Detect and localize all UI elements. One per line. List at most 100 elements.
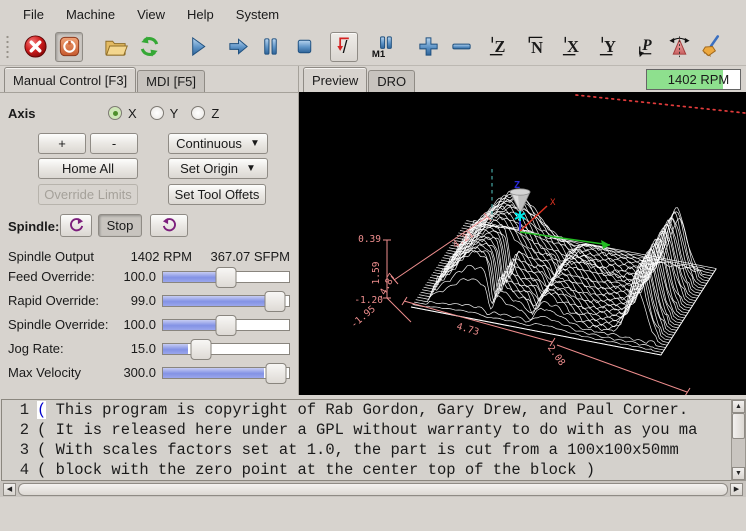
slider-fill <box>163 368 264 378</box>
rotate-cone-icon <box>667 34 692 59</box>
gcode-line-number: 1 <box>2 400 29 420</box>
estop-icon <box>23 34 48 59</box>
gcode-listing[interactable]: 1 ( This program is copyright of Rab Gord… <box>1 399 731 481</box>
axis-x-radio[interactable] <box>108 106 122 120</box>
power-icon <box>57 34 82 59</box>
spindle-reverse-button[interactable] <box>60 214 92 237</box>
preview-canvas[interactable]: 0.391.59-1.20-4.87-1.954.214.732.08XZ <box>299 92 746 395</box>
slider-value: 100.0 <box>100 317 156 332</box>
override-limits-button: Override Limits <box>38 184 138 205</box>
slider-value: 300.0 <box>100 365 156 380</box>
gcode-area: 1 ( This program is copyright of Rab Gord… <box>0 399 746 481</box>
reload-file-button[interactable] <box>135 32 163 62</box>
view-side-button[interactable]: X <box>558 32 586 62</box>
menu-view[interactable]: View <box>126 2 176 27</box>
slider-track[interactable] <box>162 367 290 379</box>
set-origin-dropdown[interactable]: Set Origin▼ <box>168 158 268 179</box>
run-program-button[interactable] <box>183 32 211 62</box>
view-top-button[interactable]: Z <box>485 32 513 62</box>
jog-plus-button[interactable]: + <box>38 133 86 154</box>
view-top-rotated-button[interactable]: N <box>522 32 550 62</box>
left-tabs: Manual Control [F3] MDI [F5] <box>0 66 298 92</box>
axis-z-radio[interactable] <box>191 106 205 120</box>
gcode-horizontal-scrollbar[interactable]: ◀ ▶ <box>0 481 746 497</box>
z-axis-label: Z <box>514 180 520 191</box>
view-front-y-icon: Y <box>597 34 622 59</box>
tab-preview[interactable]: Preview <box>303 67 367 92</box>
scroll-down-button[interactable]: ▼ <box>732 467 745 480</box>
spindle-forward-button[interactable] <box>150 214 188 237</box>
spindle-rpm-meter: 1402 RPM <box>646 69 741 90</box>
slider-track[interactable] <box>162 271 290 283</box>
triangle-left-icon: ◀ <box>7 485 12 493</box>
slider-track[interactable] <box>162 343 290 355</box>
jog-minus-button[interactable]: - <box>90 133 138 154</box>
x-axis-label: X <box>550 198 556 208</box>
clear-broom-icon <box>700 34 725 59</box>
step-arrow-icon <box>226 34 251 59</box>
main-area: Manual Control [F3] MDI [F5] Axis X Y Z … <box>0 66 746 395</box>
slider-handle[interactable] <box>266 363 287 384</box>
slider-label: Max Velocity <box>8 365 81 380</box>
triangle-right-icon: ▶ <box>734 485 739 493</box>
preview-3d-plot: 0.391.59-1.20-4.87-1.954.214.732.08XZ <box>299 92 746 395</box>
axis-radio-group: X Y Z <box>108 106 232 121</box>
gcode-line-text: ( It is released here under a GPL withou… <box>37 420 697 440</box>
slider-label: Spindle Override: <box>8 317 108 332</box>
open-file-button[interactable] <box>101 32 129 62</box>
machine-power-button[interactable] <box>55 32 83 62</box>
slider-track[interactable] <box>162 295 290 307</box>
gcode-line: 2( It is released here under a GPL witho… <box>2 420 731 440</box>
menu-file[interactable]: File <box>12 2 55 27</box>
pause-program-button[interactable] <box>256 32 284 62</box>
tab-mdi[interactable]: MDI [F5] <box>137 70 205 92</box>
vertical-scroll-thumb[interactable] <box>732 413 745 439</box>
dimension-label-x_extent: 4.73 <box>455 321 480 338</box>
horizontal-scroll-thumb[interactable] <box>18 483 728 496</box>
tab-manual-control[interactable]: Manual Control [F3] <box>4 67 136 92</box>
slider-label: Jog Rate: <box>8 341 64 356</box>
estop-button[interactable] <box>21 32 49 62</box>
zoom-out-icon <box>449 34 474 59</box>
zoom-in-button[interactable] <box>414 32 442 62</box>
zoom-out-button[interactable] <box>447 32 475 62</box>
slider-handle[interactable] <box>265 291 286 312</box>
clear-plot-button[interactable] <box>698 32 726 62</box>
scroll-right-button[interactable]: ▶ <box>730 483 743 496</box>
axis-row: Axis X Y Z <box>0 103 298 123</box>
svg-text:N: N <box>531 38 543 57</box>
slider-track[interactable] <box>162 319 290 331</box>
slider-row: Spindle Override:100.0 <box>0 313 298 337</box>
view-perspective-button[interactable]: P <box>631 32 659 62</box>
axis-y-radio[interactable] <box>150 106 164 120</box>
stop-program-button[interactable] <box>290 32 318 62</box>
slider-handle[interactable] <box>216 267 237 288</box>
scroll-left-button[interactable]: ◀ <box>3 483 16 496</box>
tab-dro[interactable]: DRO <box>368 70 415 92</box>
toolbar-grip[interactable] <box>5 34 10 60</box>
spindle-cw-icon <box>161 217 178 234</box>
menu-machine[interactable]: Machine <box>55 2 126 27</box>
manual-control-panel: Manual Control [F3] MDI [F5] Axis X Y Z … <box>0 66 299 395</box>
set-tool-offsets-button[interactable]: Set Tool Offets <box>168 184 266 205</box>
slider-handle[interactable] <box>190 339 211 360</box>
open-folder-icon <box>103 34 128 59</box>
svg-text:M1: M1 <box>371 49 385 59</box>
menu-system[interactable]: System <box>225 2 290 27</box>
step-line-button[interactable] <box>224 32 252 62</box>
optional-pause-button[interactable]: M1 <box>368 32 396 62</box>
slider-handle[interactable] <box>216 315 237 336</box>
menu-help[interactable]: Help <box>176 2 225 27</box>
jog-mode-dropdown[interactable]: Continuous▼ <box>168 133 268 154</box>
gcode-line-number: 3 <box>2 440 29 460</box>
active-paren-highlight: ( <box>37 401 46 419</box>
skip-lines-button[interactable]: / <box>330 32 358 62</box>
gcode-vertical-scrollbar[interactable]: ▲ ▼ <box>731 399 746 481</box>
view-front-button[interactable]: Y <box>595 32 623 62</box>
home-all-button[interactable]: Home All <box>38 158 138 179</box>
gcode-line-text: ( This program is copyright of Rab Gordo… <box>37 400 688 420</box>
view-top-rotated-icon: N <box>524 34 549 59</box>
rotate-view-button[interactable] <box>665 32 693 62</box>
scroll-up-button[interactable]: ▲ <box>732 400 745 413</box>
spindle-stop-button[interactable]: Stop <box>98 214 142 237</box>
